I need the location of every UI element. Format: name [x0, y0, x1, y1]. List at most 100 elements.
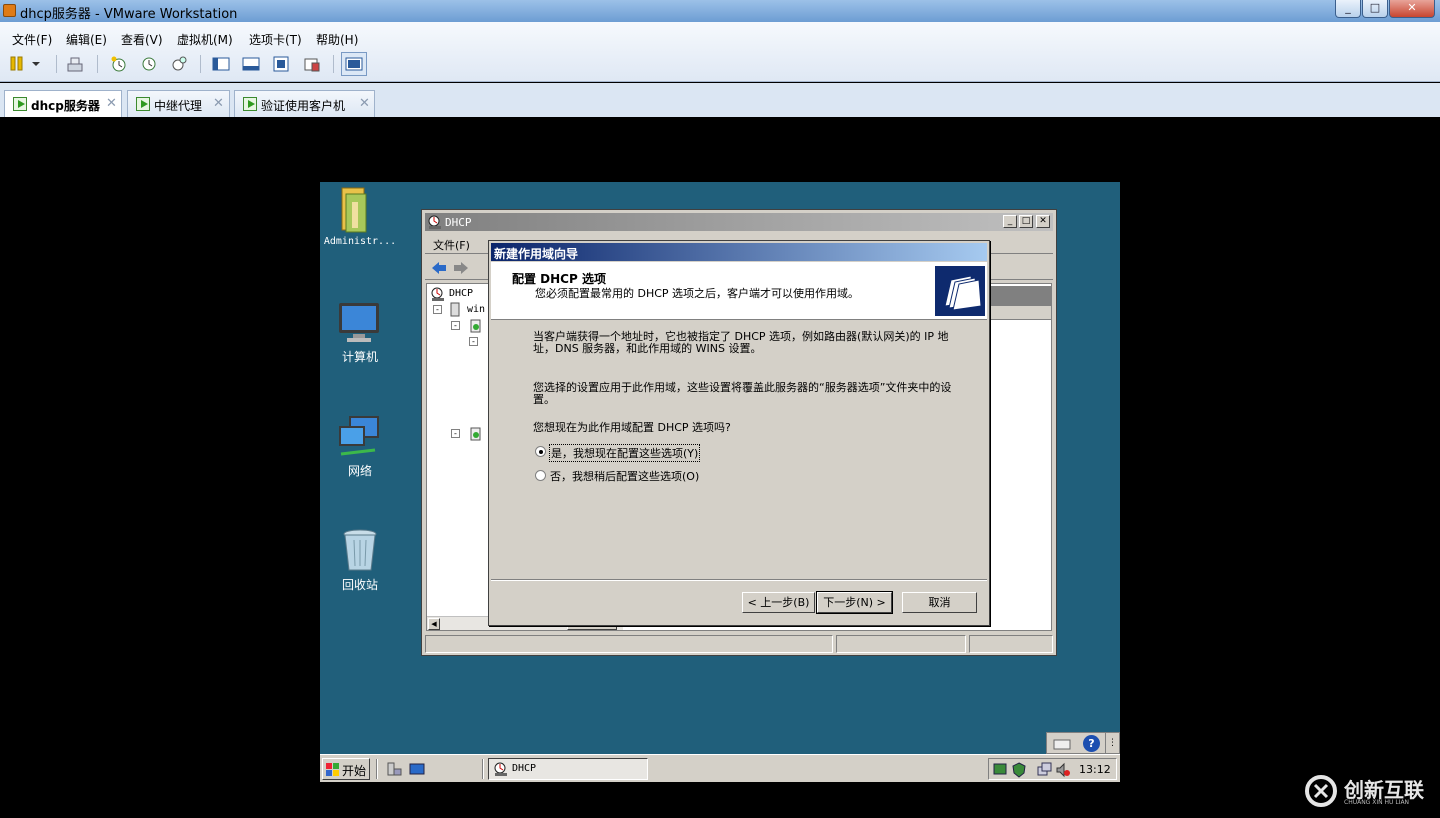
volume-muted-icon[interactable]: [1055, 762, 1071, 778]
desktop-icon-administrator[interactable]: Administr...: [320, 184, 400, 254]
radio-no[interactable]: [535, 470, 546, 481]
vm-running-icon: [136, 97, 150, 111]
maximize-button[interactable]: □: [1362, 0, 1388, 18]
vm-notification-strip: ? ⋮: [1046, 732, 1120, 754]
clock: 13:12: [1079, 763, 1111, 776]
dhcp-close-button[interactable]: ✕: [1036, 215, 1050, 228]
computer-icon: [339, 303, 379, 342]
radio-yes-label[interactable]: 是，我想现在配置这些选项(Y): [549, 444, 701, 462]
tab-relay-agent[interactable]: 中继代理 ✕: [127, 90, 230, 117]
dhcp-maximize-button[interactable]: □: [1019, 215, 1033, 228]
tab-close-icon[interactable]: ✕: [359, 96, 370, 111]
desktop-icon-label: 网络: [347, 464, 372, 478]
wizard-divider: [491, 579, 987, 581]
wizard-question: 您想现在为此作用域配置 DHCP 选项吗?: [533, 421, 731, 434]
server-manager-icon[interactable]: [386, 761, 402, 777]
guest-screen[interactable]: Administr... 计算机 网络 回收站 DHCP _ □ ✕ 文件(F)…: [320, 182, 1120, 782]
start-label: 开始: [342, 764, 367, 778]
tab-close-icon[interactable]: ✕: [106, 96, 117, 111]
wizard-title-bar: 新建作用域向导: [491, 243, 987, 261]
cancel-button[interactable]: 取消: [902, 592, 977, 613]
radio-yes[interactable]: [535, 446, 546, 457]
wizard-title: 新建作用域向导: [494, 247, 579, 261]
send-ctrl-alt-del-icon[interactable]: [66, 55, 84, 73]
new-scope-wizard-dialog[interactable]: 新建作用域向导 配置 DHCP 选项 您必须配置最常用的 DHCP 选项之后，客…: [488, 240, 990, 626]
revert-snapshot-icon[interactable]: [140, 55, 158, 73]
taskbar-dhcp-button[interactable]: DHCP: [488, 758, 648, 780]
tab-label: 验证使用客户机: [261, 99, 346, 113]
wizard-header: 配置 DHCP 选项 您必须配置最常用的 DHCP 选项之后，客户端才可以使用作…: [491, 262, 987, 320]
console-view-icon[interactable]: [341, 52, 367, 76]
dhcp-menu-file[interactable]: 文件(F): [433, 237, 470, 253]
desktop-icon-label: 计算机: [341, 350, 378, 364]
vmware-app-icon: [3, 4, 16, 17]
network-status-icon[interactable]: [993, 762, 1009, 778]
window-title: dhcp服务器 - VMware Workstation: [20, 7, 238, 22]
help-icon[interactable]: ?: [1083, 735, 1100, 752]
pause-icon[interactable]: [9, 55, 27, 73]
tree-expander[interactable]: -: [433, 305, 442, 314]
minimize-button[interactable]: _: [1335, 0, 1361, 18]
recycle-bin-icon: [343, 529, 377, 571]
radio-no-label[interactable]: 否，我想稍后配置这些选项(O): [550, 468, 699, 484]
tree-expander[interactable]: -: [469, 337, 478, 346]
scope-icon: [470, 427, 481, 441]
taskbar-dhcp-label: DHCP: [512, 763, 537, 774]
watermark: 创新互联 CHUANG XIN HU LIAN: [1302, 772, 1438, 812]
show-desktop-icon[interactable]: [409, 761, 425, 777]
dhcp-title: DHCP: [445, 216, 472, 229]
vmware-menu-toolbar: 文件(F) 编辑(E) 查看(V) 虚拟机(M) 选项卡(T) 帮助(H): [0, 22, 1440, 82]
next-button[interactable]: 下一步(N) >: [816, 591, 893, 614]
system-tray: 13:12: [988, 758, 1117, 780]
dhcp-status-bar: [425, 635, 1053, 653]
wizard-paragraph-2: 您选择的设置应用于此作用域，这些设置将覆盖此服务器的“服务器选项”文件夹中的设置…: [533, 381, 952, 406]
menu-tabs[interactable]: 选项卡(T): [249, 31, 302, 48]
security-shield-icon[interactable]: [1011, 762, 1027, 778]
close-button[interactable]: ✕: [1389, 0, 1435, 18]
wizard-header-subtitle: 您必须配置最常用的 DHCP 选项之后，客户端才可以使用作用域。: [535, 287, 860, 300]
watermark-logo-icon: [1305, 775, 1337, 807]
tree-server-label[interactable]: win: [467, 304, 485, 315]
back-arrow-icon[interactable]: [430, 260, 448, 276]
menu-vm[interactable]: 虚拟机(M): [177, 31, 233, 48]
network-connection-icon[interactable]: [1037, 762, 1053, 778]
desktop-icon-network[interactable]: 网络: [320, 414, 400, 482]
dropdown-arrow-icon[interactable]: [30, 55, 48, 73]
desktop-icon-label: 回收站: [341, 578, 378, 592]
desktop-icon-recycle-bin[interactable]: 回收站: [320, 528, 400, 596]
menu-view[interactable]: 查看(V): [121, 31, 163, 48]
tab-dhcp-server[interactable]: dhcp服务器 ✕: [4, 90, 122, 117]
tree-expander[interactable]: -: [451, 429, 460, 438]
desktop-icon-label: Administr...: [323, 236, 397, 247]
desktop-icon-computer[interactable]: 计算机: [320, 300, 400, 368]
unity-icon[interactable]: [303, 55, 321, 73]
dhcp-minimize-button[interactable]: _: [1003, 215, 1017, 228]
tab-close-icon[interactable]: ✕: [213, 96, 224, 111]
vm-running-icon: [243, 97, 257, 111]
menu-edit[interactable]: 编辑(E): [66, 31, 107, 48]
folder-icon: [341, 187, 367, 233]
menu-help[interactable]: 帮助(H): [316, 31, 358, 48]
dhcp-icon: [494, 762, 507, 776]
tab-test-client[interactable]: 验证使用客户机 ✕: [234, 90, 375, 117]
tree-expander[interactable]: -: [451, 321, 460, 330]
start-button[interactable]: 开始: [322, 758, 370, 780]
show-library-icon[interactable]: [212, 55, 230, 73]
wizard-folders-icon: [935, 266, 985, 316]
tree-root-label[interactable]: DHCP: [449, 288, 473, 299]
back-button[interactable]: < 上一步(B): [742, 592, 815, 613]
keyboard-icon[interactable]: [1053, 736, 1071, 752]
watermark-subtext: CHUANG XIN HU LIAN: [1344, 799, 1410, 806]
forward-arrow-icon[interactable]: [452, 260, 470, 276]
snapshot-icon[interactable]: [110, 55, 128, 73]
server-icon: [450, 302, 460, 317]
full-screen-icon[interactable]: [272, 55, 290, 73]
tab-label: 中继代理: [154, 99, 203, 113]
windows-logo-icon: [326, 763, 339, 776]
snapshot-manager-icon[interactable]: [170, 55, 188, 73]
more-options-icon[interactable]: ⋮: [1105, 733, 1119, 753]
thumbnail-bar-icon[interactable]: [242, 55, 260, 73]
dhcp-title-bar: DHCP _ □ ✕: [425, 213, 1053, 231]
menu-file[interactable]: 文件(F): [12, 31, 52, 48]
wizard-paragraph-1: 当客户端获得一个地址时，它也被指定了 DHCP 选项，例如路由器(默认网关)的 …: [533, 330, 949, 355]
